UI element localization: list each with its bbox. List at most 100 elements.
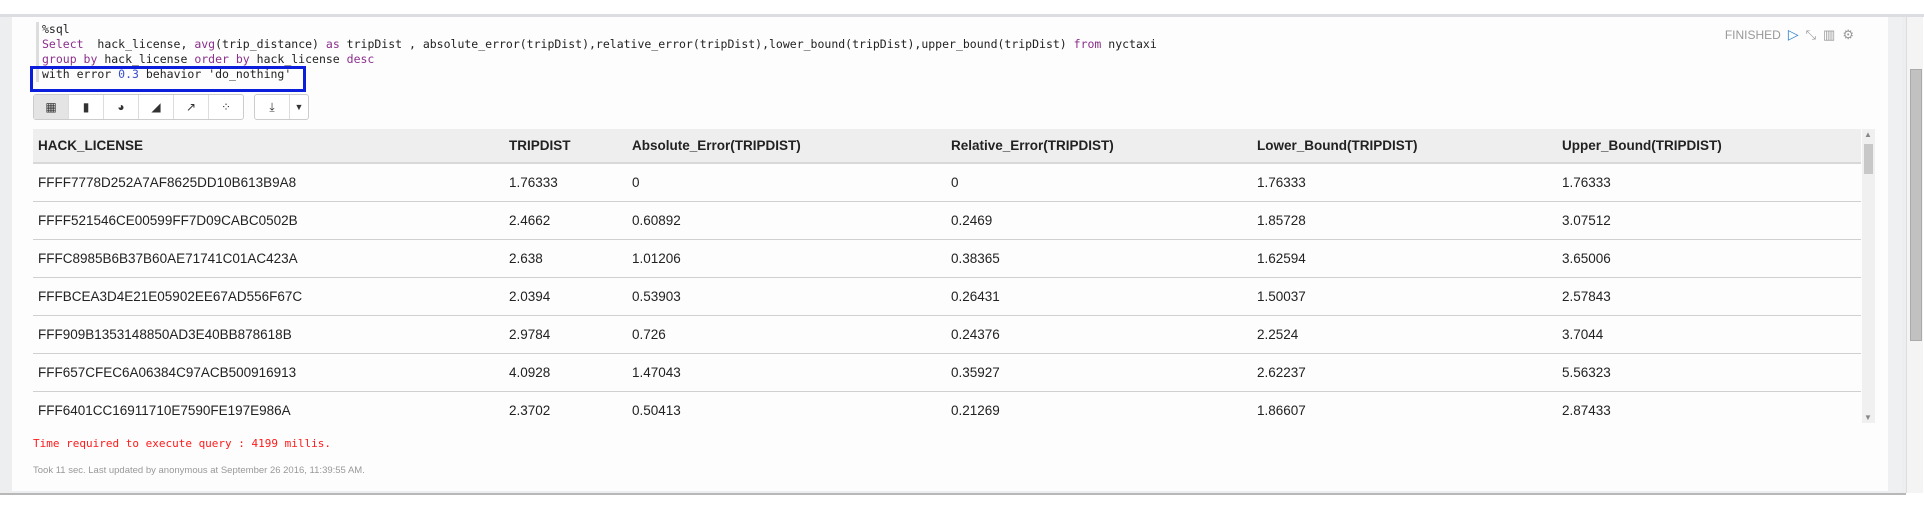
code-line: Select hack_license, avg(trip_distance) … bbox=[42, 37, 1157, 52]
table-cell: 0.21269 bbox=[946, 391, 1252, 423]
status-label: FINISHED bbox=[1724, 27, 1781, 42]
table-cell: 1.76333 bbox=[1557, 163, 1861, 202]
table-cell: 0.2469 bbox=[946, 201, 1252, 240]
table-view-button[interactable]: ▦ bbox=[34, 95, 69, 119]
table-cell: 2.3702 bbox=[504, 391, 627, 423]
table-cell: 1.47043 bbox=[627, 353, 946, 392]
table-header-row: HACK_LICENSE TRIPDIST Absolute_Error(TRIPD… bbox=[33, 129, 1861, 164]
line-chart-view-button[interactable]: ↗ bbox=[174, 95, 209, 119]
window-scrollbar-thumb[interactable] bbox=[1910, 69, 1922, 341]
scroll-down-icon[interactable]: ▼ bbox=[1864, 413, 1872, 422]
table-cell: 4.0928 bbox=[504, 353, 627, 392]
table-cell: 0.53903 bbox=[627, 277, 946, 316]
code-token: desc bbox=[346, 52, 375, 66]
table-cell: FFFF521546CE00599FF7D09CABC0502B bbox=[33, 201, 504, 240]
table-cell: 1.85728 bbox=[1252, 201, 1557, 240]
table-cell: 0.38365 bbox=[946, 239, 1252, 278]
column-header[interactable]: HACK_LICENSE bbox=[33, 129, 504, 164]
bar-chart-view-button[interactable]: ▮ bbox=[69, 95, 104, 119]
column-header[interactable]: Absolute_Error(TRIPDIST) bbox=[627, 129, 946, 164]
column-header[interactable]: TRIPDIST bbox=[504, 129, 627, 164]
table-row: FFFBCEA3D4E21E05902EE67AD556F67C 2.0394 0.… bbox=[33, 277, 1861, 316]
table-cell: 3.07512 bbox=[1557, 201, 1861, 240]
table-cell: 2.9784 bbox=[504, 315, 627, 354]
code-token: group by bbox=[42, 52, 98, 66]
window-scrollbar[interactable] bbox=[1906, 17, 1923, 493]
table-cell: 1.62594 bbox=[1252, 239, 1557, 278]
table-cell: 2.87433 bbox=[1557, 391, 1861, 423]
area-chart-view-button[interactable]: ◢ bbox=[139, 95, 174, 119]
download-dropdown-button[interactable]: ▼ bbox=[290, 95, 308, 119]
code-token: from bbox=[1073, 37, 1102, 51]
table-cell: 1.86607 bbox=[1252, 391, 1557, 423]
table-cell: FFFBCEA3D4E21E05902EE67AD556F67C bbox=[33, 277, 504, 316]
table-cell: 2.62237 bbox=[1252, 353, 1557, 392]
code-token: hack_license, bbox=[83, 37, 195, 51]
code-token: tripDist , absolute_error(tripDist),rela… bbox=[339, 37, 1074, 51]
table-cell: 0.24376 bbox=[946, 315, 1252, 354]
view-button-group: ▦ ▮ ◕ ◢ ↗ ⁘ bbox=[33, 94, 244, 120]
table-view-icon: ▦ bbox=[45, 100, 57, 114]
annotation-highlight-box bbox=[30, 66, 306, 92]
column-header[interactable]: Relative_Error(TRIPDIST) bbox=[946, 129, 1252, 164]
table-cell: 5.56323 bbox=[1557, 353, 1861, 392]
code-token: hack_license bbox=[97, 52, 195, 66]
run-icon[interactable]: ▷ bbox=[1788, 26, 1799, 43]
code-line: group by hack_license order by hack_lice… bbox=[42, 52, 1157, 67]
table-cell: 2.57843 bbox=[1557, 277, 1861, 316]
table-row: FFFC8985B6B37B60AE71741C01AC423A 2.638 1.0… bbox=[33, 239, 1861, 278]
pie-chart-view-button[interactable]: ◕ bbox=[104, 95, 139, 119]
code-line: %sql bbox=[42, 22, 1157, 37]
top-bar bbox=[0, 0, 1924, 17]
book-icon[interactable]: ▥ bbox=[1823, 27, 1835, 43]
chevron-down-icon: ▼ bbox=[294, 102, 304, 112]
table-cell: 1.76333 bbox=[504, 163, 627, 202]
table-cell: FFFF7778D252A7AF8625DD10B613B9A8 bbox=[33, 163, 504, 202]
table-cell: FFFC8985B6B37B60AE71741C01AC423A bbox=[33, 239, 504, 278]
table-cell: 0.26431 bbox=[946, 277, 1252, 316]
code-token: as bbox=[325, 37, 340, 51]
column-header[interactable]: Lower_Bound(TRIPDIST) bbox=[1252, 129, 1557, 164]
table-cell: 0.35927 bbox=[946, 353, 1252, 392]
table-row: FFFF7778D252A7AF8625DD10B613B9A8 1.76333 0… bbox=[33, 163, 1861, 202]
paragraph-controls: FINISHED ▷ ⤡ ▥ ⚙ bbox=[1725, 26, 1854, 43]
table-cell: 0.60892 bbox=[627, 201, 946, 240]
code-token: Select bbox=[42, 37, 84, 51]
gear-icon[interactable]: ⚙ bbox=[1842, 27, 1854, 43]
table-cell: 0 bbox=[946, 163, 1252, 202]
scatter-chart-view-icon: ⁘ bbox=[220, 100, 232, 114]
paragraph-footer: Took 11 sec. Last updated by anonymous a… bbox=[33, 465, 365, 476]
pie-chart-view-icon: ◕ bbox=[117, 100, 125, 114]
paragraph-gutter bbox=[1888, 17, 1902, 491]
table-scrollbar[interactable]: ▲ ▼ bbox=[1862, 129, 1875, 423]
code-token: hack_license bbox=[249, 52, 347, 66]
column-header[interactable]: Upper_Bound(TRIPDIST) bbox=[1557, 129, 1861, 164]
result-table-container: HACK_LICENSE TRIPDIST Absolute_Error(TRIPD… bbox=[33, 129, 1861, 423]
table-cell: 2.638 bbox=[504, 239, 627, 278]
line-chart-view-icon: ↗ bbox=[185, 100, 197, 114]
table-row: FFFF521546CE00599FF7D09CABC0502B 2.4662 0.… bbox=[33, 201, 1861, 240]
download-button[interactable]: ⤓ bbox=[255, 95, 290, 119]
scroll-up-icon[interactable]: ▲ bbox=[1864, 130, 1872, 139]
table-cell: 2.0394 bbox=[504, 277, 627, 316]
code-token: %sql bbox=[42, 22, 70, 36]
table-cell: 1.76333 bbox=[1252, 163, 1557, 202]
area-chart-view-icon: ◢ bbox=[151, 100, 161, 114]
download-button-group: ⤓ ▼ bbox=[254, 94, 309, 120]
table-cell: 0.726 bbox=[627, 315, 946, 354]
table-cell: 3.7044 bbox=[1557, 315, 1861, 354]
table-cell: FFF657CFEC6A06384C97ACB500916913 bbox=[33, 353, 504, 392]
table-cell: 2.4662 bbox=[504, 201, 627, 240]
table-cell: 0 bbox=[627, 163, 946, 202]
result-toolbar: ▦ ▮ ◕ ◢ ↗ ⁘ ⤓ ▼ bbox=[33, 94, 309, 120]
table-cell: 1.50037 bbox=[1252, 277, 1557, 316]
scatter-chart-view-button[interactable]: ⁘ bbox=[209, 95, 243, 119]
collapse-icon[interactable]: ⤡ bbox=[1806, 27, 1816, 43]
table-row: FFF909B1353148850AD3E40BB878618B 2.9784 0.… bbox=[33, 315, 1861, 354]
table-cell: 2.2524 bbox=[1252, 315, 1557, 354]
code-token: (trip_distance) bbox=[215, 37, 326, 51]
table-cell: 3.65006 bbox=[1557, 239, 1861, 278]
table-row: FFF6401CC16911710E7590FE197E986A 2.3702 0.… bbox=[33, 391, 1861, 423]
table-scrollbar-thumb[interactable] bbox=[1864, 144, 1873, 174]
code-token: nyctaxi bbox=[1101, 37, 1157, 51]
